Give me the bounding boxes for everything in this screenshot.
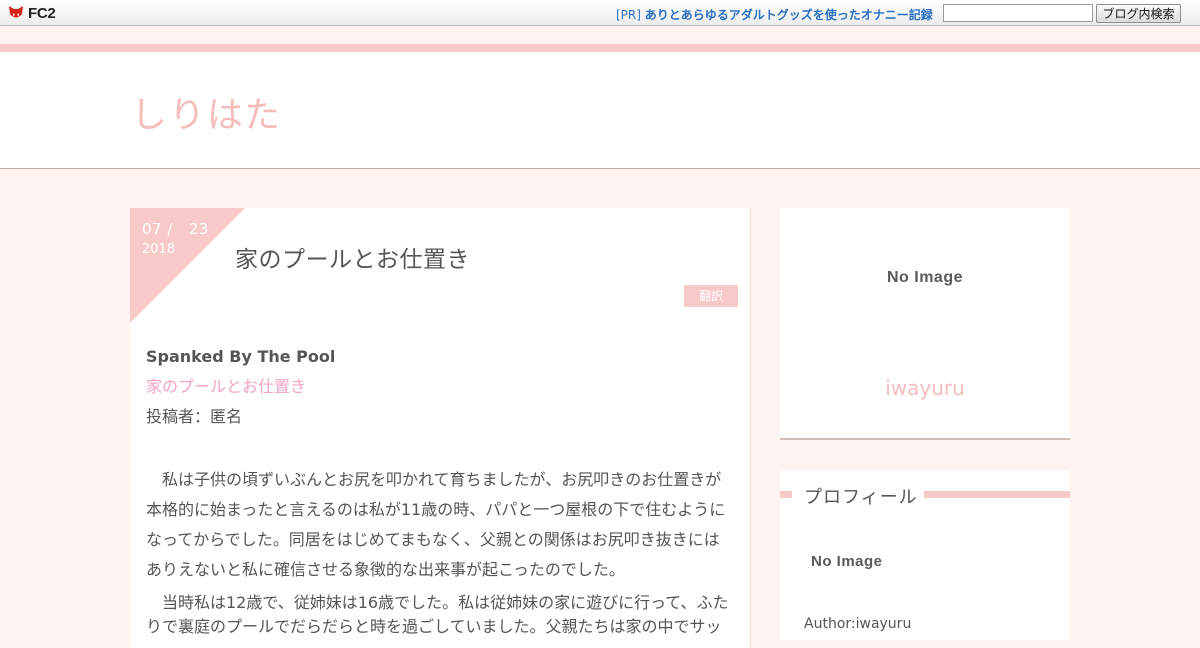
body-paragraph: 私は子供の頃ずいぶんとお尻を叩かれて育ちましたが、お尻叩きのお仕置きが本格的に始… [146,470,726,579]
sidebar-header-card: No Image iwayuru [780,208,1070,440]
translate-button[interactable]: 翻訳 [684,285,738,307]
japanese-title: 家のプールとお仕置き [146,377,307,396]
pr-tag: [PR] [616,8,641,22]
profile-card: プロフィール No Image Author:iwayuru [780,470,1070,640]
entry-date-year: 2018 [142,242,176,257]
blog-title[interactable]: しりはた [131,86,282,138]
pr-text: ありとあらゆるアダルトグッズを使ったオナニー記録 [644,8,933,22]
profile-heading-bar-left [780,491,792,498]
no-image-placeholder: No Image [886,269,963,286]
header-accent-band [0,44,1200,52]
sidebar-blog-name[interactable]: iwayuru [780,376,1070,400]
entry-title[interactable]: 家のプールとお仕置き [235,240,470,274]
blog-header: しりはた [0,52,1200,169]
fc2-fox-icon [9,6,23,18]
profile-heading: プロフィール [804,487,918,508]
entry-date-month-day: 07 / 23 [142,220,209,238]
profile-avatar-placeholder: No Image [811,553,883,570]
fc2-logo-text: FC2 [28,4,56,22]
profile-heading-bar-right [924,491,1070,498]
blog-search-button[interactable]: ブログ内検索 [1096,4,1181,23]
fc2-logo[interactable]: FC2 [7,4,56,22]
pr-ad-link[interactable]: [PR] ありとあらゆるアダルトグッズを使ったオナニー記録 [616,6,933,23]
blog-search-input[interactable] [943,4,1093,22]
body-paragraph: 当時私は12歳で、従姉妹は16歳でした。私は従姉妹の家に遊びに行って、ふたりで裏… [146,593,729,636]
fc2-toolbar: FC2 [PR] ありとあらゆるアダルトグッズを使ったオナニー記録 ブログ内検索 [0,0,1200,26]
english-title: Spanked By The Pool [146,347,336,366]
article-entry: 07 / 23 2018 家のプールとお仕置き 翻訳 Spanked By Th… [130,208,751,648]
article-body: Spanked By The Pool 家のプールとお仕置き 投稿者：匿名 私は… [146,345,732,639]
poster-line: 投稿者：匿名 [146,407,243,426]
